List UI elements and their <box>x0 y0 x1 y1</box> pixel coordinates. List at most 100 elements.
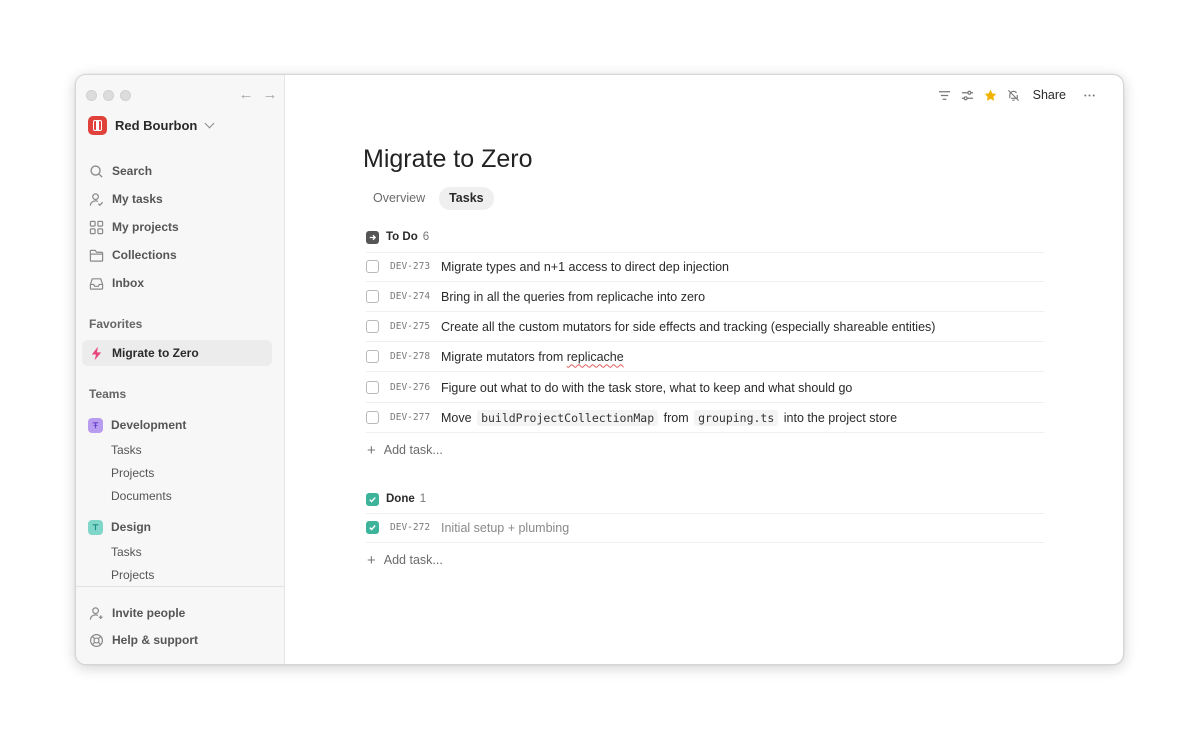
workspace-logo-icon <box>88 115 107 135</box>
tab-tasks[interactable]: Tasks <box>439 187 494 210</box>
checkmark-icon <box>369 525 376 531</box>
task-id: DEV-277 <box>390 412 431 423</box>
plus-icon: + <box>367 551 376 569</box>
help-support-label: Help & support <box>112 633 198 647</box>
team-design[interactable]: Design <box>88 518 151 536</box>
table-row[interactable]: DEV-276 Figure out what to do with the t… <box>366 373 1044 403</box>
filter-icon[interactable] <box>933 86 956 104</box>
task-checkbox[interactable] <box>366 260 379 273</box>
favorites-heading: Favorites <box>89 317 143 331</box>
history-navigation: ← → <box>238 87 278 103</box>
page-title: Migrate to Zero <box>363 145 533 173</box>
team-name: Design <box>111 520 152 534</box>
task-checkbox[interactable] <box>366 381 379 394</box>
sidebar-item-label: My projects <box>112 220 179 234</box>
user-check-icon <box>89 192 104 207</box>
share-button[interactable]: Share <box>1033 88 1066 102</box>
team-design-projects[interactable]: Projects <box>111 567 154 583</box>
sidebar-item-collections[interactable]: Collections <box>82 242 272 268</box>
design-team-icon <box>88 519 103 535</box>
group-header-todo[interactable]: To Do 6 <box>366 229 429 245</box>
task-title-text: into the project store <box>783 410 898 425</box>
bell-muted-icon[interactable] <box>1002 86 1025 104</box>
help-support-button[interactable]: Help & support <box>82 627 272 653</box>
teams-heading: Teams <box>89 387 127 401</box>
forward-arrow-icon[interactable]: → <box>262 87 278 103</box>
close-window-button[interactable] <box>86 90 97 101</box>
done-status-icon <box>366 492 379 506</box>
team-development-tasks[interactable]: Tasks <box>111 442 142 458</box>
group-label: To Do <box>386 231 418 243</box>
task-title-text: Move <box>441 410 472 425</box>
star-favorite-icon[interactable] <box>979 86 1002 104</box>
table-row[interactable]: DEV-277 Move buildProjectCollectionMap f… <box>366 403 1044 433</box>
sidebar-item-my-projects[interactable]: My projects <box>82 214 272 240</box>
sidebar-item-label: Search <box>112 164 153 178</box>
window-controls <box>86 90 131 101</box>
grid-icon <box>89 220 104 235</box>
task-title[interactable]: Move buildProjectCollectionMap from grou… <box>441 409 898 426</box>
sidebar-item-my-tasks[interactable]: My tasks <box>82 186 272 212</box>
group-header-done[interactable]: Done 1 <box>366 491 426 507</box>
chevron-down-icon <box>204 118 215 128</box>
task-title[interactable]: Migrate types and n+1 access to direct d… <box>441 260 729 274</box>
task-id: DEV-278 <box>390 351 431 362</box>
task-checkbox[interactable] <box>366 350 379 363</box>
task-title[interactable]: Figure out what to do with the task stor… <box>441 381 852 395</box>
minimize-window-button[interactable] <box>103 90 114 101</box>
table-row[interactable]: DEV-275 Create all the custom mutators f… <box>366 312 1044 342</box>
sidebar-item-label: My tasks <box>112 192 163 206</box>
favorite-item-migrate-to-zero[interactable]: Migrate to Zero <box>82 340 272 366</box>
toolbar: Share <box>933 86 1101 104</box>
task-title[interactable]: Migrate mutators from replicache <box>441 350 624 364</box>
task-id: DEV-276 <box>390 382 431 393</box>
invite-people-button[interactable]: Invite people <box>82 600 272 626</box>
sidebar-item-search[interactable]: Search <box>82 158 272 184</box>
table-row[interactable]: DEV-274 Bring in all the queries from re… <box>366 282 1044 312</box>
inline-code: buildProjectCollectionMap <box>477 409 659 426</box>
invite-user-icon <box>89 606 104 621</box>
task-title-text: Migrate mutators from <box>441 349 567 364</box>
table-row[interactable]: DEV-278 Migrate mutators from replicache <box>366 342 1044 372</box>
main-content: Share Migrate to Zero Overview Tasks To … <box>285 75 1123 664</box>
more-options-icon[interactable] <box>1078 86 1101 104</box>
back-arrow-icon[interactable]: ← <box>238 87 254 103</box>
development-team-icon <box>88 417 103 433</box>
task-checkbox[interactable] <box>366 320 379 333</box>
todo-status-icon <box>366 230 379 244</box>
add-task-button-done[interactable]: + Add task... <box>367 551 443 569</box>
sidebar-item-label: Inbox <box>112 276 144 290</box>
bolt-icon <box>89 346 104 361</box>
zoom-window-button[interactable] <box>120 90 131 101</box>
team-design-tasks[interactable]: Tasks <box>111 544 142 560</box>
team-development-projects[interactable]: Projects <box>111 465 154 481</box>
team-name: Development <box>111 418 187 432</box>
sliders-icon[interactable] <box>956 86 979 104</box>
task-checkbox-checked[interactable] <box>366 521 379 534</box>
sidebar-item-label: Collections <box>112 248 177 262</box>
sidebar-divider <box>76 586 284 587</box>
team-development-documents[interactable]: Documents <box>111 488 172 504</box>
task-checkbox[interactable] <box>366 290 379 303</box>
team-development[interactable]: Development <box>88 416 186 434</box>
task-id: DEV-273 <box>390 261 431 272</box>
tab-overview[interactable]: Overview <box>363 187 435 210</box>
invite-people-label: Invite people <box>112 606 186 620</box>
group-count: 6 <box>422 231 430 243</box>
search-icon <box>89 164 104 179</box>
workspace-switcher[interactable]: Red Bourbon <box>88 115 215 135</box>
view-tabs: Overview Tasks <box>363 187 494 210</box>
workspace-name: Red Bourbon <box>115 117 198 133</box>
favorite-item-label: Migrate to Zero <box>112 346 199 360</box>
task-title[interactable]: Initial setup + plumbing <box>441 521 569 535</box>
spellcheck-word: replicache <box>566 349 624 364</box>
task-title[interactable]: Create all the custom mutators for side … <box>441 320 935 334</box>
add-task-button-todo[interactable]: + Add task... <box>367 441 443 459</box>
table-row[interactable]: DEV-273 Migrate types and n+1 access to … <box>366 252 1044 282</box>
task-id: DEV-274 <box>390 291 431 302</box>
task-checkbox[interactable] <box>366 411 379 424</box>
plus-icon: + <box>367 441 376 459</box>
task-title[interactable]: Bring in all the queries from replicache… <box>441 290 705 304</box>
sidebar-item-inbox[interactable]: Inbox <box>82 270 272 296</box>
table-row[interactable]: DEV-272 Initial setup + plumbing <box>366 513 1044 543</box>
